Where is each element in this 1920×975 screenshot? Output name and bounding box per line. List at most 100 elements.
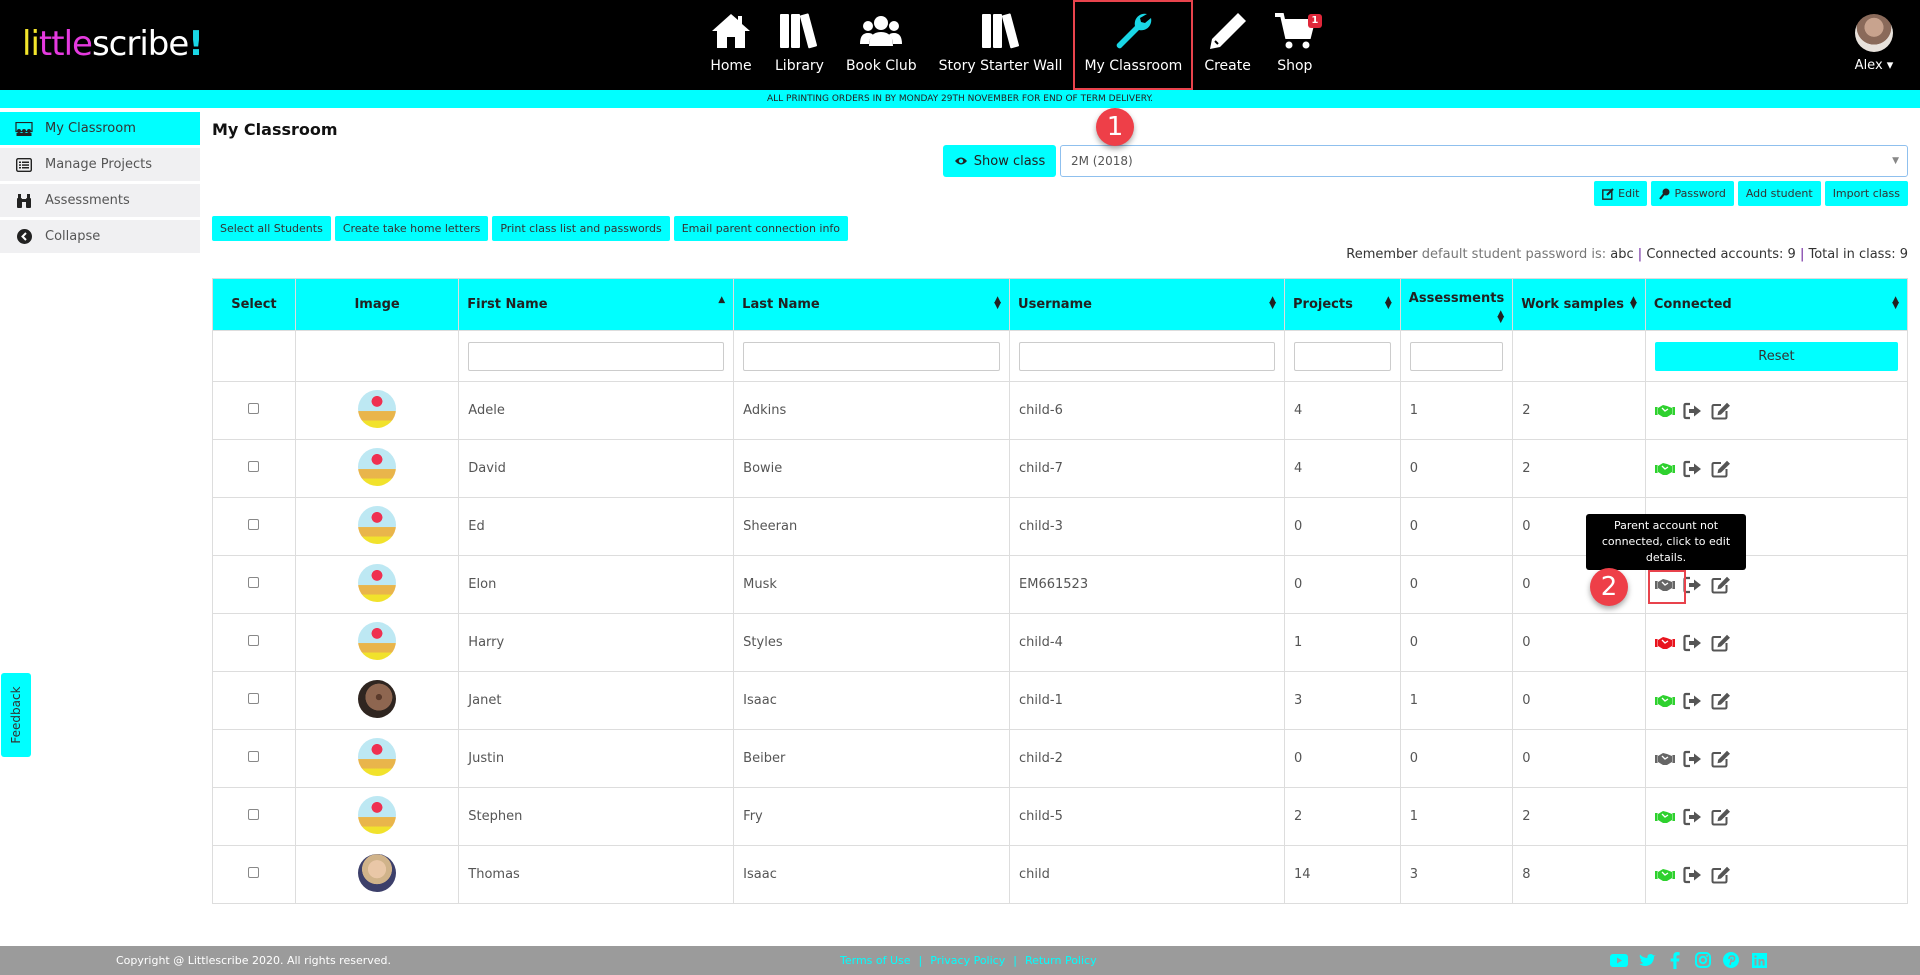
facebook-icon[interactable] xyxy=(1666,951,1684,969)
connected-handshake-icon[interactable] xyxy=(1654,692,1675,710)
edit-student-icon[interactable] xyxy=(1711,576,1731,594)
login-icon[interactable] xyxy=(1683,808,1703,826)
privacy-link[interactable]: Privacy Policy xyxy=(930,954,1005,967)
row-checkbox[interactable] xyxy=(248,809,260,820)
twitter-icon[interactable] xyxy=(1638,951,1656,969)
row-checkbox[interactable] xyxy=(248,519,260,530)
login-icon[interactable] xyxy=(1683,634,1703,652)
sort-icon: ▲ ▼ xyxy=(1892,295,1899,311)
edit-class-button[interactable]: Edit xyxy=(1594,181,1648,206)
student-avatar xyxy=(358,389,397,428)
student-avatar xyxy=(358,795,397,834)
username-filter[interactable] xyxy=(1019,341,1275,371)
connected-handshake-icon[interactable] xyxy=(1654,402,1675,420)
last-name-cell: Fry xyxy=(733,787,1011,846)
print-class-list-button[interactable]: Print class list and passwords xyxy=(492,216,670,241)
col-projects[interactable]: Projects ▲ ▼ xyxy=(1284,278,1401,331)
connection-error-handshake-icon[interactable] xyxy=(1654,634,1675,652)
create-take-home-letters-button[interactable]: Create take home letters xyxy=(334,216,489,241)
sidebar-item-my-classroom[interactable]: My Classroom xyxy=(0,112,200,145)
pinterest-icon[interactable] xyxy=(1722,951,1740,969)
row-checkbox[interactable] xyxy=(248,403,260,414)
password-button[interactable]: Password xyxy=(1651,181,1734,206)
col-first-name[interactable]: First Name ▲ xyxy=(458,278,735,331)
show-class-button[interactable]: Show class xyxy=(943,145,1056,177)
nav-home[interactable]: Home xyxy=(698,0,764,90)
list-icon xyxy=(15,157,33,173)
row-checkbox[interactable] xyxy=(248,751,260,762)
edit-student-icon[interactable] xyxy=(1711,402,1731,420)
work-samples-cell: 0 xyxy=(1512,613,1646,672)
edit-student-icon[interactable] xyxy=(1711,866,1731,884)
return-policy-link[interactable]: Return Policy xyxy=(1025,954,1097,967)
row-checkbox[interactable] xyxy=(248,693,260,704)
username-cell: child-7 xyxy=(1009,439,1285,498)
last-name-filter[interactable] xyxy=(743,341,1001,371)
sidebar-item-assessments[interactable]: Assessments xyxy=(0,184,200,217)
assessments-filter[interactable] xyxy=(1409,341,1504,371)
edit-icon xyxy=(1602,187,1614,200)
terms-link[interactable]: Terms of Use xyxy=(840,954,911,967)
username-cell: child-2 xyxy=(1009,729,1285,788)
feedback-tab[interactable]: Feedback xyxy=(1,673,31,757)
first-name-filter[interactable] xyxy=(468,341,725,371)
nav-story-starter-wall[interactable]: Story Starter Wall xyxy=(928,0,1074,90)
sort-icon: ▲ ▼ xyxy=(1497,309,1505,325)
edit-student-icon[interactable] xyxy=(1711,634,1731,652)
row-checkbox[interactable] xyxy=(248,577,260,588)
row-checkbox[interactable] xyxy=(248,635,260,646)
sort-icon: ▲ ▼ xyxy=(1269,295,1276,311)
edit-student-icon[interactable] xyxy=(1711,750,1731,768)
edit-student-icon[interactable] xyxy=(1711,808,1731,826)
connected-handshake-icon[interactable] xyxy=(1654,866,1675,884)
instagram-icon[interactable] xyxy=(1694,951,1712,969)
assessments-cell: 0 xyxy=(1399,729,1514,788)
col-last-name[interactable]: Last Name ▲ ▼ xyxy=(733,278,1011,331)
assessments-cell: 1 xyxy=(1399,671,1514,730)
import-class-button[interactable]: Import class xyxy=(1824,181,1908,206)
littlescribe-logo[interactable]: littlescribe! xyxy=(22,24,204,64)
connected-handshake-icon[interactable] xyxy=(1654,808,1675,826)
last-name-cell: Sheeran xyxy=(733,497,1011,556)
login-icon[interactable] xyxy=(1683,866,1703,884)
row-checkbox[interactable] xyxy=(248,461,260,472)
login-icon[interactable] xyxy=(1683,460,1703,478)
col-assessments[interactable]: Assessments ▲ ▼ xyxy=(1399,278,1514,331)
assessments-cell: 1 xyxy=(1399,381,1514,440)
projects-filter[interactable] xyxy=(1294,341,1391,371)
top-navbar: littlescribe! Home Library Book Club Sto… xyxy=(0,0,1920,90)
student-actions-toolbar: Select all Students Create take home let… xyxy=(212,216,849,241)
email-parent-connection-button[interactable]: Email parent connection info xyxy=(673,216,849,241)
login-icon[interactable] xyxy=(1683,402,1703,420)
nav-my-classroom[interactable]: My Classroom xyxy=(1073,0,1194,90)
add-student-button[interactable]: Add student xyxy=(1737,181,1821,206)
not-connected-handshake-icon[interactable] xyxy=(1654,750,1675,768)
connected-cell xyxy=(1644,381,1909,440)
reset-filters-button[interactable]: Reset xyxy=(1654,341,1898,371)
footer: Copyright @ Littlescribe 2020. All right… xyxy=(0,946,1920,975)
class-info-line: Remember default student password is: ab… xyxy=(1346,247,1908,262)
nav-shop[interactable]: 1 Shop xyxy=(1262,0,1328,90)
row-checkbox[interactable] xyxy=(248,867,260,878)
sidebar-item-collapse[interactable]: Collapse xyxy=(0,220,200,253)
assessments-cell: 0 xyxy=(1399,613,1514,672)
nav-create[interactable]: Create xyxy=(1193,0,1262,90)
sidebar-item-manage-projects[interactable]: Manage Projects xyxy=(0,148,200,181)
login-icon[interactable] xyxy=(1683,750,1703,768)
col-username[interactable]: Username ▲ ▼ xyxy=(1009,278,1285,331)
linkedin-icon[interactable] xyxy=(1750,951,1768,969)
login-icon[interactable] xyxy=(1683,692,1703,710)
first-name-cell: Adele xyxy=(458,381,735,440)
nav-library[interactable]: Library xyxy=(764,0,835,90)
edit-student-icon[interactable] xyxy=(1711,460,1731,478)
youtube-icon[interactable] xyxy=(1610,951,1628,969)
connected-handshake-icon[interactable] xyxy=(1654,460,1675,478)
class-select[interactable]: 2M (2018) ▼ xyxy=(1060,145,1908,177)
select-all-students-button[interactable]: Select all Students xyxy=(212,216,331,241)
nav-book-club[interactable]: Book Club xyxy=(835,0,928,90)
col-work-samples[interactable]: Work samples ▲ ▼ xyxy=(1512,278,1646,331)
col-connected[interactable]: Connected ▲ ▼ xyxy=(1644,278,1909,331)
edit-student-icon[interactable] xyxy=(1711,692,1731,710)
user-menu[interactable]: Alex ▾ xyxy=(1852,14,1896,73)
table-row: Janet Isaac child-1 3 1 0 xyxy=(212,671,1909,730)
